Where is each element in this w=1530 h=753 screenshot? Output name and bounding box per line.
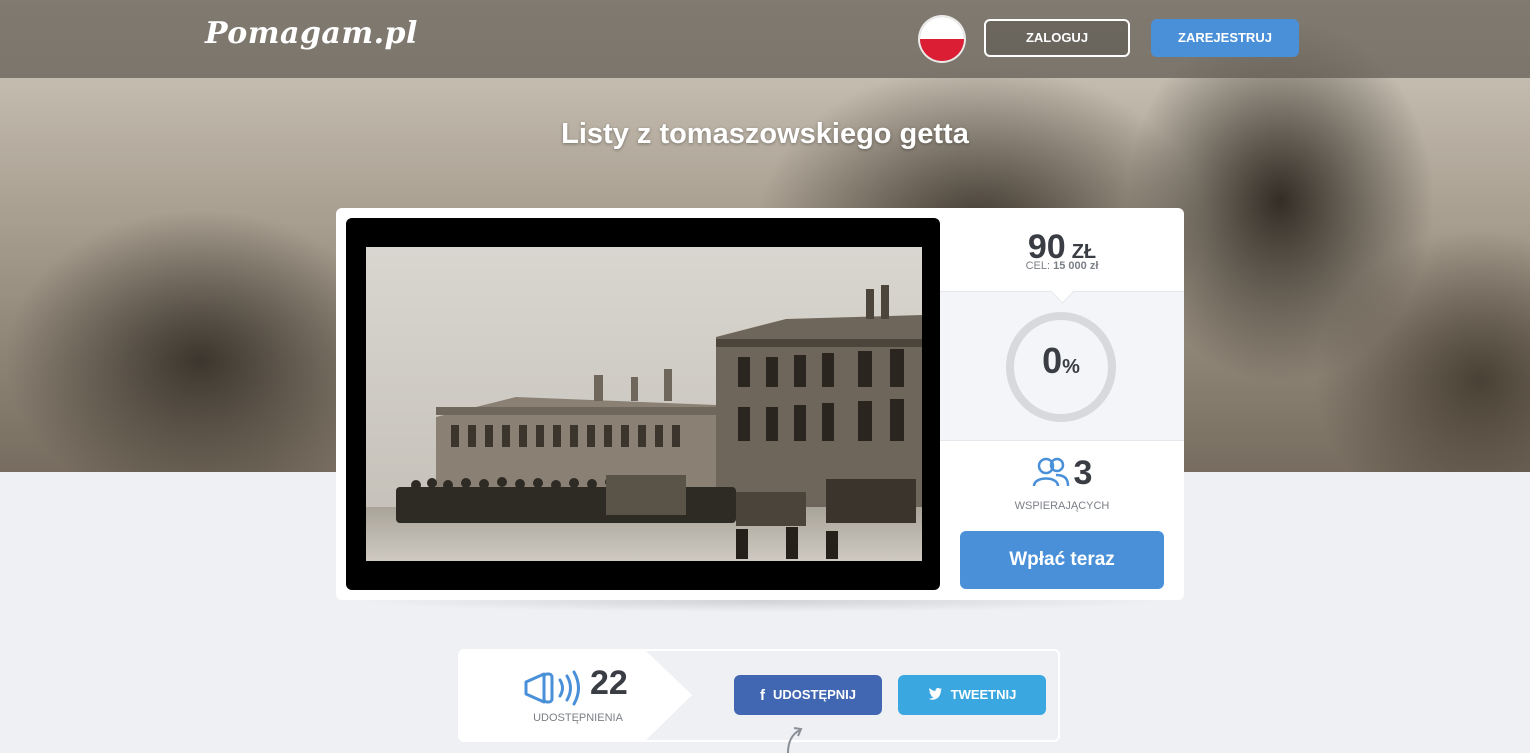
goal-label: CEL: [1025, 260, 1051, 272]
donate-button[interactable]: Wpłać teraz [960, 531, 1164, 589]
top-navbar: Pomagam.pl ZALOGUJ ZAREJESTRUJ [0, 0, 1530, 78]
site-logo[interactable]: Pomagam.pl [205, 16, 418, 51]
progress-percent: 0% [1004, 340, 1118, 382]
campaign-title: Listy z tomaszowskiego getta [561, 118, 969, 150]
twitter-icon [928, 676, 943, 716]
poland-flag-icon[interactable] [920, 17, 964, 61]
goal-value: 15 000 zł [1053, 260, 1099, 272]
login-button[interactable]: ZALOGUJ [984, 19, 1130, 57]
twitter-share-label: TWEETNIJ [950, 687, 1017, 702]
register-button[interactable]: ZAREJESTRUJ [1151, 19, 1299, 57]
supporters-label: WSPIERAJĄCYCH [1014, 500, 1110, 512]
curved-arrow-icon [787, 727, 803, 753]
video-thumbnail-image [366, 247, 922, 561]
share-count: 22 [590, 664, 628, 702]
campaign-video[interactable] [346, 218, 940, 590]
progress-value: 0 [1042, 340, 1063, 381]
stats-panel: 90 ZŁ CEL: 15 000 zł 0% 3 WSPIERAJĄCYCH W… [940, 208, 1184, 600]
panel-notch [1050, 279, 1075, 304]
people-icon [1032, 457, 1069, 487]
facebook-icon: f [759, 687, 765, 704]
progress-panel: 0% [940, 279, 1184, 441]
supporters-value: 3 [1073, 454, 1093, 492]
facebook-share-button[interactable]: f UDOSTĘPNIJ [734, 675, 882, 715]
share-label: UDOSTĘPNIENIA [533, 712, 623, 724]
facebook-share-label: UDOSTĘPNIJ [772, 687, 857, 702]
supporters-count: 3 [940, 454, 1184, 493]
goal-text: CEL: 15 000 zł [940, 260, 1184, 272]
twitter-share-button[interactable]: TWEETNIJ [898, 675, 1046, 715]
megaphone-icon [524, 670, 580, 706]
progress-symbol: % [1062, 356, 1080, 378]
